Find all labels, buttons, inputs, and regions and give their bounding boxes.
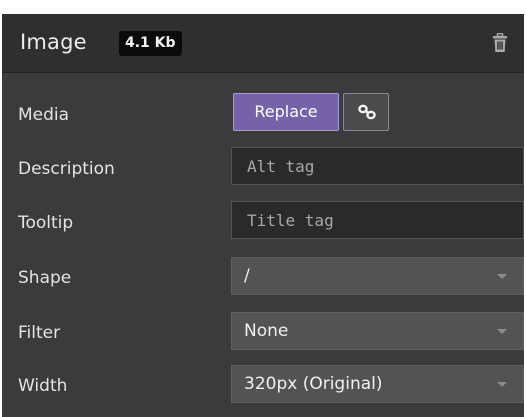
media-label: Media	[18, 105, 70, 125]
trash-icon[interactable]	[491, 33, 509, 53]
shape-label: Shape	[18, 268, 72, 288]
description-input[interactable]	[231, 147, 524, 185]
link-button[interactable]	[343, 93, 389, 131]
chevron-down-icon	[497, 274, 507, 279]
description-label: Description	[18, 159, 115, 179]
panel-header: Image 4.1 Kb	[2, 14, 524, 73]
shape-select-value: /	[244, 266, 250, 286]
filter-select-value: None	[244, 321, 289, 341]
link-icon	[358, 104, 376, 120]
shape-select[interactable]: /	[231, 257, 524, 295]
width-select[interactable]: 320px (Original)	[231, 365, 524, 403]
width-label: Width	[18, 376, 68, 396]
tooltip-label: Tooltip	[18, 213, 74, 233]
chevron-down-icon	[497, 382, 507, 387]
image-properties-panel: Image 4.1 Kb Media Replace Description T…	[2, 14, 524, 417]
filter-label: Filter	[18, 323, 61, 343]
file-size-badge: 4.1 Kb	[119, 31, 182, 56]
width-select-value: 320px (Original)	[244, 374, 383, 394]
chevron-down-icon	[497, 329, 507, 334]
filter-select[interactable]: None	[231, 312, 524, 350]
panel-title: Image	[20, 30, 87, 54]
tooltip-input[interactable]	[231, 201, 524, 239]
replace-button[interactable]: Replace	[233, 93, 339, 131]
